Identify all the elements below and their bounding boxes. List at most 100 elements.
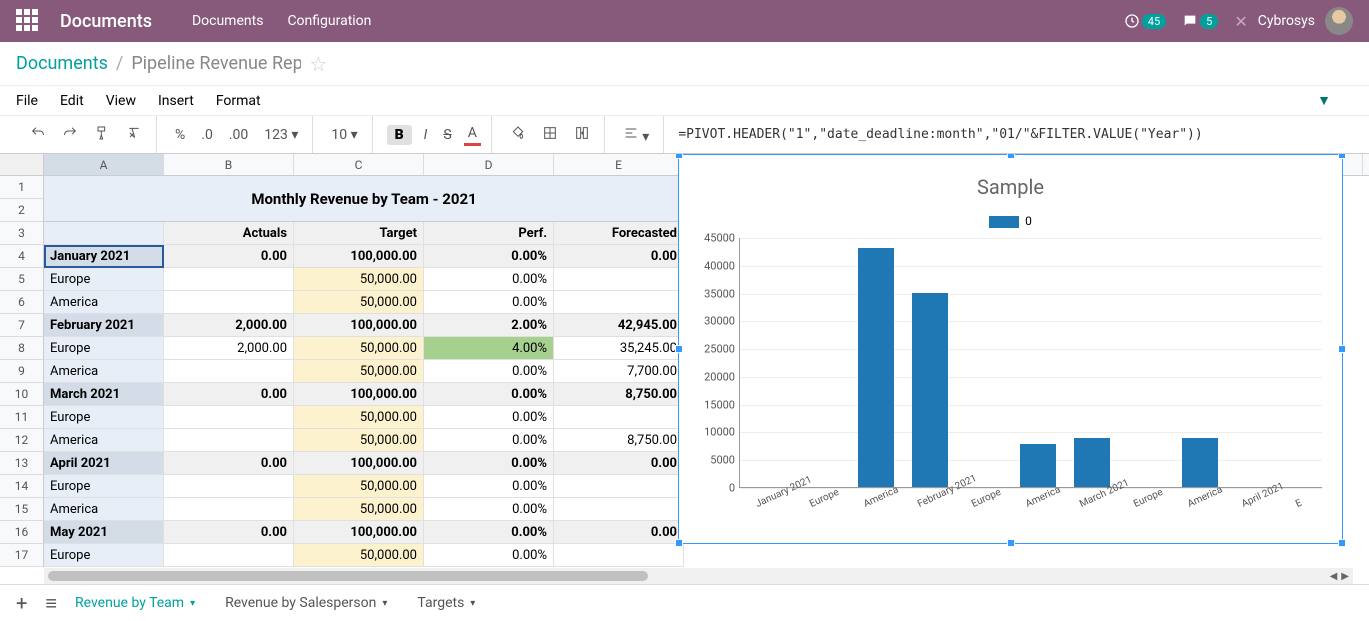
- cell[interactable]: 8,750.00: [554, 429, 684, 452]
- cell[interactable]: 50,000.00: [294, 544, 424, 567]
- cell[interactable]: 0.00%: [424, 360, 554, 383]
- cell[interactable]: 4.00%: [424, 337, 554, 360]
- cell[interactable]: 0.00%: [424, 268, 554, 291]
- spreadsheet[interactable]: ABCDEFGHIJKL 1234567891011121314151617 M…: [0, 154, 1369, 584]
- row-header[interactable]: 6: [0, 291, 44, 314]
- cell[interactable]: America: [44, 498, 164, 521]
- col-header-B[interactable]: B: [164, 154, 294, 175]
- row-header[interactable]: 5: [0, 268, 44, 291]
- merge-button[interactable]: [570, 123, 594, 147]
- row-header[interactable]: 13: [0, 452, 44, 475]
- cell[interactable]: 0.00: [554, 452, 684, 475]
- cell[interactable]: [164, 268, 294, 291]
- avatar[interactable]: [1325, 7, 1353, 35]
- formula-bar[interactable]: =PIVOT.HEADER("1","date_deadline:month",…: [668, 127, 1353, 142]
- cell[interactable]: 0.00%: [424, 521, 554, 544]
- cell[interactable]: 0.00: [554, 245, 684, 268]
- row-header[interactable]: 9: [0, 360, 44, 383]
- cell[interactable]: Europe: [44, 475, 164, 498]
- tab-revenue-by-team[interactable]: Revenue by Team▾: [75, 595, 195, 611]
- italic-button[interactable]: I: [420, 125, 432, 145]
- row-header[interactable]: 16: [0, 521, 44, 544]
- row-header[interactable]: 11: [0, 406, 44, 429]
- cell[interactable]: Europe: [44, 544, 164, 567]
- row-header[interactable]: 7: [0, 314, 44, 337]
- cell[interactable]: 100,000.00: [294, 452, 424, 475]
- row-header[interactable]: 4: [0, 245, 44, 268]
- cell[interactable]: 50,000.00: [294, 406, 424, 429]
- col-header-D[interactable]: D: [424, 154, 554, 175]
- cell[interactable]: 0.00: [554, 521, 684, 544]
- cell[interactable]: 2,000.00: [164, 314, 294, 337]
- sheet-list-button[interactable]: ≡: [45, 591, 57, 616]
- cell[interactable]: 50,000.00: [294, 360, 424, 383]
- cell[interactable]: 50,000.00: [294, 337, 424, 360]
- cell[interactable]: 0.00%: [424, 452, 554, 475]
- undo-button[interactable]: [26, 123, 50, 147]
- cell[interactable]: 100,000.00: [294, 314, 424, 337]
- favorite-star-icon[interactable]: ☆: [309, 52, 327, 76]
- col-header-C[interactable]: C: [294, 154, 424, 175]
- row-header[interactable]: 12: [0, 429, 44, 452]
- redo-button[interactable]: [58, 123, 82, 147]
- font-size-dropdown[interactable]: 10 ▾: [327, 125, 361, 145]
- cell[interactable]: 0.00%: [424, 245, 554, 268]
- align-dropdown[interactable]: ▾: [619, 123, 654, 147]
- row-header[interactable]: 1: [0, 176, 44, 199]
- cell[interactable]: [164, 360, 294, 383]
- cell[interactable]: 0.00%: [424, 475, 554, 498]
- paint-format-button[interactable]: [90, 123, 114, 147]
- menu-edit[interactable]: Edit: [60, 93, 84, 109]
- menu-view[interactable]: View: [106, 93, 136, 109]
- row-header[interactable]: 17: [0, 544, 44, 567]
- filter-icon[interactable]: ▼: [1317, 92, 1331, 109]
- inc-dec-button[interactable]: .00: [225, 125, 252, 145]
- row-header[interactable]: 14: [0, 475, 44, 498]
- cell[interactable]: 0.00%: [424, 429, 554, 452]
- cell[interactable]: Europe: [44, 337, 164, 360]
- cell[interactable]: [164, 429, 294, 452]
- cell[interactable]: April 2021: [44, 452, 164, 475]
- tab-targets[interactable]: Targets▾: [417, 595, 475, 611]
- row-header[interactable]: 10: [0, 383, 44, 406]
- clear-format-button[interactable]: [122, 123, 146, 147]
- cell[interactable]: America: [44, 429, 164, 452]
- cell[interactable]: America: [44, 291, 164, 314]
- cell[interactable]: 0.00%: [424, 544, 554, 567]
- row-header[interactable]: 3: [0, 222, 44, 245]
- cell[interactable]: Europe: [44, 406, 164, 429]
- apps-icon[interactable]: [16, 9, 40, 33]
- cell[interactable]: 0.00: [164, 521, 294, 544]
- cell[interactable]: [554, 475, 684, 498]
- cell[interactable]: 7,700.00: [554, 360, 684, 383]
- cell[interactable]: 50,000.00: [294, 429, 424, 452]
- col-header-A[interactable]: A: [44, 154, 164, 175]
- cell[interactable]: [554, 498, 684, 521]
- number-format-dropdown[interactable]: 123 ▾: [260, 125, 302, 145]
- cell[interactable]: 0.00: [164, 452, 294, 475]
- cell[interactable]: 50,000.00: [294, 475, 424, 498]
- bold-button[interactable]: B: [387, 125, 412, 145]
- cell[interactable]: 100,000.00: [294, 383, 424, 406]
- cell[interactable]: 0.00: [164, 383, 294, 406]
- row-header[interactable]: 2: [0, 199, 44, 222]
- percent-button[interactable]: %: [171, 125, 189, 145]
- discuss-indicator[interactable]: 5: [1182, 13, 1218, 29]
- cell[interactable]: [164, 544, 294, 567]
- borders-button[interactable]: [538, 123, 562, 147]
- cell[interactable]: 2,000.00: [164, 337, 294, 360]
- nav-documents[interactable]: Documents: [192, 13, 263, 29]
- cell[interactable]: [164, 475, 294, 498]
- cell[interactable]: 8,750.00: [554, 383, 684, 406]
- cell[interactable]: 50,000.00: [294, 268, 424, 291]
- cell[interactable]: [554, 268, 684, 291]
- cell[interactable]: 0.00: [164, 245, 294, 268]
- table-header[interactable]: [44, 222, 164, 245]
- cell[interactable]: [164, 406, 294, 429]
- cell[interactable]: 2.00%: [424, 314, 554, 337]
- breadcrumb-root[interactable]: Documents: [16, 53, 108, 74]
- chart-object[interactable]: Sample 0 0500010000150002000025000300003…: [678, 154, 1343, 544]
- strike-button[interactable]: S: [439, 125, 455, 145]
- table-header[interactable]: Perf.: [424, 222, 554, 245]
- cell[interactable]: March 2021: [44, 383, 164, 406]
